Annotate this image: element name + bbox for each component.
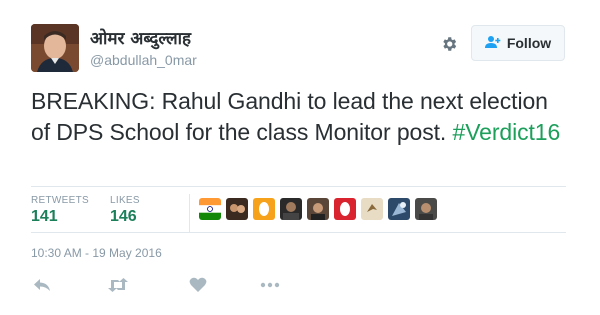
- divider-bottom: [31, 232, 566, 233]
- follow-label: Follow: [506, 35, 552, 51]
- follow-button[interactable]: Follow: [471, 25, 565, 61]
- liker-avatar[interactable]: [334, 198, 356, 220]
- tweet-card: ओमर अब्दुल्लाह @abdullah_0mar Follow BRE…: [0, 0, 600, 315]
- retweets-count[interactable]: 141: [31, 208, 58, 226]
- username[interactable]: @abdullah_0mar: [90, 52, 197, 68]
- likes-label: LIKES: [110, 195, 140, 206]
- liker-avatar[interactable]: [199, 198, 221, 220]
- display-name[interactable]: ओमर अब्दुल्लाह: [90, 26, 191, 49]
- liker-avatar[interactable]: [253, 198, 275, 220]
- divider-top: [31, 186, 566, 187]
- liker-avatar[interactable]: [388, 198, 410, 220]
- retweets-label: RETWEETS: [31, 195, 89, 206]
- gear-icon[interactable]: [438, 33, 460, 55]
- liker-avatar[interactable]: [415, 198, 437, 220]
- liker-avatar[interactable]: [226, 198, 248, 220]
- tweet-timestamp[interactable]: 10:30 AM - 19 May 2016: [31, 246, 162, 260]
- liker-avatar[interactable]: [361, 198, 383, 220]
- retweet-icon[interactable]: [106, 275, 130, 295]
- stats-separator: [189, 194, 190, 232]
- more-icon[interactable]: [258, 275, 282, 295]
- heart-icon[interactable]: [186, 275, 210, 295]
- liker-avatar[interactable]: [307, 198, 329, 220]
- add-user-icon: [484, 35, 501, 52]
- likes-count[interactable]: 146: [110, 208, 137, 226]
- hashtag-link[interactable]: #Verdict16: [453, 119, 561, 145]
- liker-avatar[interactable]: [280, 198, 302, 220]
- tweet-text: BREAKING: Rahul Gandhi to lead the next …: [31, 86, 571, 148]
- liker-avatars: [199, 198, 437, 220]
- reply-icon[interactable]: [30, 275, 54, 295]
- avatar[interactable]: [31, 24, 79, 72]
